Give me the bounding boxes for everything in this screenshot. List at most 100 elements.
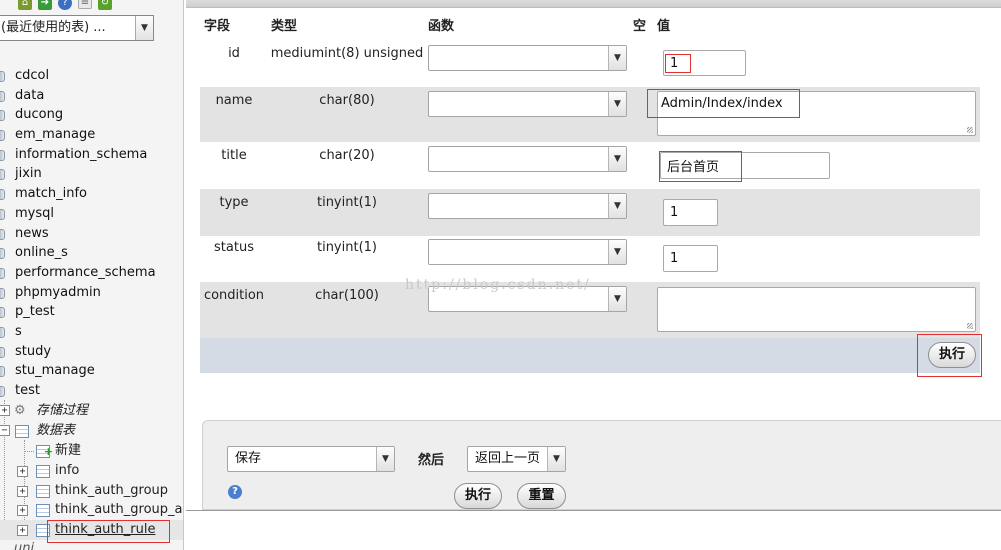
help-icon[interactable]: ? bbox=[228, 485, 242, 499]
resize-handle[interactable] bbox=[967, 127, 973, 133]
function-select[interactable]: ▼ bbox=[428, 193, 627, 219]
database-item[interactable]: online_s bbox=[0, 243, 156, 263]
function-select[interactable]: ▼ bbox=[428, 91, 627, 117]
function-select[interactable]: ▼ bbox=[428, 45, 627, 71]
database-item[interactable]: performance_schema bbox=[0, 263, 156, 283]
divider bbox=[186, 510, 1001, 511]
value-input-type[interactable] bbox=[663, 199, 718, 226]
database-name: s bbox=[15, 323, 22, 339]
expand-icon[interactable]: + bbox=[17, 505, 28, 516]
field-type: mediumint(8) unsigned bbox=[270, 46, 424, 61]
function-select[interactable]: ▼ bbox=[428, 239, 627, 265]
expand-icon[interactable]: + bbox=[0, 405, 10, 416]
database-icon bbox=[0, 228, 5, 240]
database-item[interactable]: mysql bbox=[0, 204, 156, 224]
reload-icon[interactable]: ↻ bbox=[98, 0, 112, 10]
chevron-down-icon: ▼ bbox=[608, 46, 626, 70]
header-null: 空 bbox=[633, 19, 647, 34]
field-type: tinyint(1) bbox=[316, 240, 377, 255]
database-name: online_s bbox=[15, 245, 68, 261]
database-item[interactable]: study bbox=[0, 342, 156, 362]
chevron-down-icon: ▼ bbox=[608, 240, 626, 264]
save-mode-select[interactable]: 保存 ▼ bbox=[227, 446, 395, 472]
field-name: condition bbox=[203, 288, 265, 303]
database-icon bbox=[0, 326, 5, 338]
collapse-icon[interactable]: − bbox=[0, 425, 10, 436]
resize-handle[interactable] bbox=[967, 323, 973, 329]
database-icon bbox=[0, 287, 5, 299]
after-action-value: 返回上一页 bbox=[475, 451, 541, 466]
field-type: char(100) bbox=[315, 288, 379, 303]
expand-icon[interactable]: + bbox=[17, 486, 28, 497]
database-item[interactable]: cdcol bbox=[0, 66, 156, 86]
table-icon bbox=[15, 425, 29, 438]
field-name: name bbox=[215, 93, 253, 108]
tree-table-item[interactable]: + think_auth_group bbox=[0, 481, 183, 501]
database-name: performance_schema bbox=[15, 264, 156, 280]
table-icon bbox=[36, 465, 50, 478]
database-icon bbox=[0, 386, 5, 397]
highlight-box bbox=[647, 89, 800, 118]
database-item[interactable]: phpmyadmin bbox=[0, 283, 156, 303]
after-action-select[interactable]: 返回上一页 ▼ bbox=[467, 446, 566, 472]
database-icon bbox=[0, 110, 5, 122]
database-item[interactable]: news bbox=[0, 224, 156, 244]
database-name[interactable]: uni bbox=[14, 539, 34, 550]
value-textarea-condition[interactable] bbox=[657, 287, 976, 332]
reset-button[interactable]: 重置 bbox=[517, 483, 566, 509]
database-name: match_info bbox=[15, 186, 87, 202]
bottom-execute-button[interactable]: 执行 bbox=[454, 483, 502, 509]
database-item[interactable]: ducong bbox=[0, 105, 156, 125]
database-icon bbox=[0, 307, 5, 319]
chevron-down-icon: ▼ bbox=[608, 147, 626, 171]
new-table-icon bbox=[36, 442, 53, 462]
home-icon[interactable]: ⌂ bbox=[18, 0, 32, 10]
database-icon bbox=[0, 208, 5, 220]
database-icon bbox=[0, 71, 5, 82]
database-item[interactable]: information_schema bbox=[0, 145, 156, 165]
database-item[interactable]: em_manage bbox=[0, 125, 156, 145]
header-value: 值 bbox=[657, 19, 671, 34]
header-type: 类型 bbox=[271, 19, 298, 34]
database-item[interactable]: p_test bbox=[0, 302, 156, 322]
value-input-status[interactable] bbox=[663, 245, 718, 272]
function-select[interactable]: ▼ bbox=[428, 146, 627, 172]
tree-table-item[interactable]: + think_auth_group_ac bbox=[0, 500, 183, 520]
table-icon bbox=[36, 485, 50, 498]
then-label: 然后 bbox=[418, 453, 445, 468]
database-list: cdcol data ducong em_manage information_… bbox=[0, 66, 156, 401]
tree-tables[interactable]: − 数据表 bbox=[0, 421, 183, 441]
database-item[interactable]: data bbox=[0, 86, 156, 106]
highlight-box bbox=[47, 520, 170, 543]
save-mode-value: 保存 bbox=[235, 451, 262, 466]
database-item[interactable]: stu_manage bbox=[0, 361, 156, 381]
field-name: id bbox=[228, 46, 240, 61]
database-item[interactable]: jixin bbox=[0, 164, 156, 184]
exit-icon[interactable]: ➔ bbox=[38, 0, 52, 10]
table-row: title char(20) ▼ bbox=[200, 142, 980, 189]
database-name: phpmyadmin bbox=[15, 284, 101, 300]
database-item[interactable]: match_info bbox=[0, 184, 156, 204]
recent-tables-value: (最近使用的表) ... bbox=[1, 20, 106, 35]
database-name: cdcol bbox=[15, 68, 50, 83]
header-field: 字段 bbox=[204, 19, 231, 34]
database-icon bbox=[0, 267, 5, 279]
database-name: jixin bbox=[15, 166, 42, 182]
field-name: status bbox=[214, 240, 254, 255]
database-item[interactable]: s bbox=[0, 322, 156, 342]
tree-procedures[interactable]: + ⚙ 存储过程 bbox=[0, 401, 183, 421]
tree-table-item[interactable]: + info bbox=[0, 461, 183, 481]
database-item[interactable]: test bbox=[0, 381, 156, 401]
recent-tables-select[interactable]: (最近使用的表) ... ▼ bbox=[0, 15, 154, 41]
docs-icon[interactable]: ≡ bbox=[78, 0, 92, 9]
table-name: info bbox=[55, 463, 80, 478]
tree-new-table[interactable]: 新建 bbox=[0, 441, 183, 462]
expand-icon[interactable]: + bbox=[17, 525, 28, 536]
tree-new-label: 新建 bbox=[55, 443, 82, 458]
expand-icon[interactable]: + bbox=[17, 466, 28, 477]
top-tab-strip bbox=[186, 0, 1001, 8]
table-row: id mediumint(8) unsigned ▼ bbox=[200, 40, 980, 87]
field-name: title bbox=[221, 148, 247, 163]
help-icon[interactable]: ? bbox=[58, 0, 72, 10]
highlight-box bbox=[665, 54, 691, 73]
